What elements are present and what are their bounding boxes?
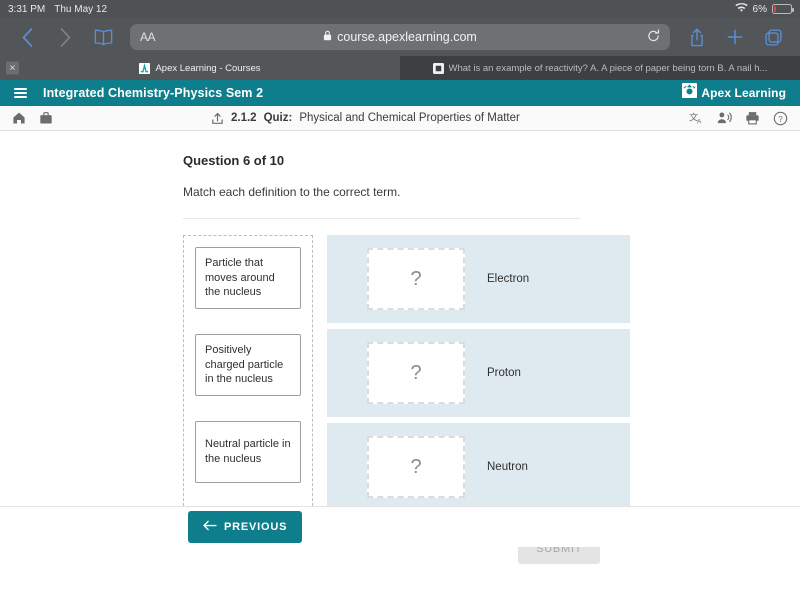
reload-icon[interactable]: [647, 28, 660, 46]
question-prompt: Match each definition to the correct ter…: [183, 185, 401, 199]
svg-text:?: ?: [778, 114, 783, 123]
url-text: course.apexlearning.com: [337, 30, 477, 44]
arrow-left-icon: [203, 520, 217, 534]
app-header: Integrated Chemistry-Physics Sem 2 Apex …: [0, 80, 800, 106]
lesson-number: 2.1.2: [231, 112, 257, 124]
wifi-icon: [734, 2, 748, 16]
breadcrumb: 2.1.2 Quiz: Physical and Chemical Proper…: [211, 112, 520, 125]
browser-tab-inactive[interactable]: What is an example of reactivity? A. A p…: [400, 56, 800, 80]
up-arrow-icon[interactable]: [211, 112, 224, 125]
safari-toolbar: AA course.apexlearning.com: [0, 18, 800, 56]
previous-button[interactable]: PREVIOUS: [188, 511, 303, 543]
browser-tab-active[interactable]: ✕ Apex Learning - Courses: [0, 56, 400, 80]
translate-icon[interactable]: 文A: [689, 111, 704, 126]
definition-tile[interactable]: Positively charged particle in the nucle…: [195, 334, 301, 396]
ipad-safari-window: 3:31 PM Thu May 12 6% AA course.apexlear…: [0, 0, 800, 600]
drop-slot[interactable]: ?: [367, 248, 465, 310]
apex-favicon: [139, 62, 151, 74]
battery-percent: 6%: [752, 3, 767, 15]
hamburger-menu-icon[interactable]: [14, 88, 27, 98]
term-label: Electron: [487, 273, 530, 285]
browser-tab-bar: ✕ Apex Learning - Courses What is an exa…: [0, 56, 800, 80]
home-icon[interactable]: [12, 111, 26, 125]
question-heading: Question 6 of 10: [183, 153, 285, 168]
drop-slot[interactable]: ?: [367, 342, 465, 404]
lesson-toolbar: 2.1.2 Quiz: Physical and Chemical Proper…: [0, 106, 800, 131]
quiz-content: Question 6 of 10 Match each definition t…: [0, 131, 800, 564]
matching-exercise: Particle that moves around the nucleus P…: [183, 235, 800, 511]
definition-tile[interactable]: Particle that moves around the nucleus: [195, 247, 301, 309]
print-icon[interactable]: [745, 111, 760, 125]
lock-icon: [323, 30, 332, 44]
apex-brand-name: Apex Learning: [701, 86, 786, 100]
definition-tile[interactable]: Neutral particle in the nucleus: [195, 421, 301, 483]
activity-title: Physical and Chemical Properties of Matt…: [299, 112, 520, 124]
generic-favicon: [432, 62, 444, 74]
browser-tab-title: Apex Learning - Courses: [155, 62, 261, 74]
show-tabs-button[interactable]: [756, 22, 790, 52]
answer-row: ? Electron: [327, 235, 630, 323]
term-label: Neutron: [487, 461, 528, 473]
address-bar[interactable]: AA course.apexlearning.com: [130, 24, 670, 50]
back-button[interactable]: [10, 22, 44, 52]
new-tab-button[interactable]: [718, 22, 752, 52]
term-label: Proton: [487, 367, 521, 379]
answers-column: ? Electron ? Proton ? Neutron: [327, 235, 630, 511]
forward-button[interactable]: [48, 22, 82, 52]
status-date: Thu May 12: [54, 3, 108, 15]
quiz-footer: PREVIOUS: [0, 506, 800, 547]
course-title: Integrated Chemistry-Physics Sem 2: [43, 86, 264, 100]
read-aloud-icon[interactable]: [717, 111, 732, 125]
help-icon[interactable]: ?: [773, 111, 788, 126]
divider: [183, 218, 580, 219]
answer-row: ? Proton: [327, 329, 630, 417]
activity-type: Quiz:: [263, 112, 293, 124]
definitions-column: Particle that moves around the nucleus P…: [183, 235, 313, 511]
apex-logo: Apex Learning: [682, 83, 786, 103]
drop-slot[interactable]: ?: [367, 436, 465, 498]
battery-icon: [772, 4, 794, 14]
ios-status-bar: 3:31 PM Thu May 12 6%: [0, 0, 800, 18]
browser-tab-title: What is an example of reactivity? A. A p…: [448, 62, 768, 74]
previous-button-label: PREVIOUS: [224, 521, 288, 533]
answer-row: ? Neutron: [327, 423, 630, 511]
share-button[interactable]: [680, 22, 714, 52]
svg-text:A: A: [697, 118, 702, 125]
briefcase-icon[interactable]: [39, 111, 53, 125]
status-time: 3:31 PM: [8, 3, 46, 15]
bookmarks-icon[interactable]: [86, 22, 120, 52]
apex-logo-icon: [682, 83, 698, 103]
close-icon[interactable]: ✕: [6, 61, 19, 75]
